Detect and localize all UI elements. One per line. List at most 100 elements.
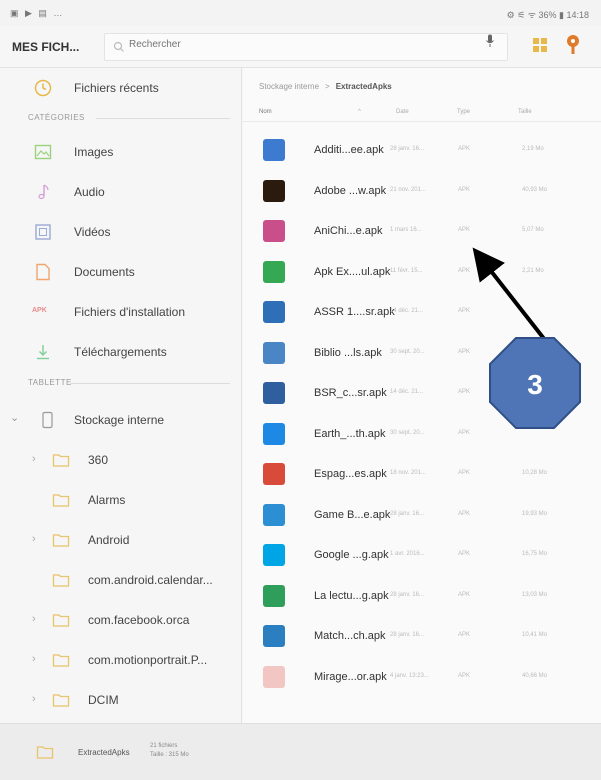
apk-app-icon — [263, 584, 285, 607]
sidebar-item-label: Stockage interne — [74, 413, 165, 427]
chevron-right-icon[interactable]: › — [32, 653, 50, 671]
search-box[interactable] — [104, 33, 508, 61]
column-date[interactable]: Date — [396, 109, 409, 115]
folder-label: 360 — [88, 453, 109, 467]
file-name: BSR_c...sr.apk — [314, 387, 387, 399]
apk-app-icon — [263, 341, 285, 364]
file-size: 13,03 Mo — [522, 591, 548, 598]
folder-info: 21 fichiers Taille : 315 Mo — [150, 742, 210, 760]
file-name: AniChi...e.apk — [314, 225, 383, 237]
selected-folder-bar: ExtractedApks 21 fichiers Taille : 315 M… — [0, 723, 601, 780]
folder-item[interactable]: › 360 — [0, 440, 241, 480]
sidebar-item-audio[interactable]: Audio — [0, 172, 241, 212]
phone-icon — [42, 411, 53, 429]
breadcrumb-root[interactable]: Stockage interne — [259, 82, 319, 91]
notification-pin-icon[interactable] — [565, 34, 581, 56]
file-type: APK — [458, 308, 471, 314]
sidebar-item-internal-storage[interactable]: ⌄ Stockage interne — [0, 400, 241, 440]
apk-app-icon — [263, 139, 285, 161]
file-row[interactable]: Mirage...or.apk 4 janv. 13:23... APK 40,66 … — [243, 658, 601, 698]
file-row[interactable]: Additi...ee.apk 28 janv. 16... APK 2,19 Mo — [243, 131, 601, 171]
file-date: 30 sept. 20... — [390, 429, 425, 436]
file-row[interactable]: La lectu...g.apk 28 janv. 16... APK 13,03 M… — [243, 577, 601, 617]
file-type: APK — [458, 389, 471, 395]
apk-app-icon — [263, 220, 285, 242]
apk-app-icon — [263, 301, 285, 323]
file-date: 14 déc. 21... — [390, 308, 424, 314]
folder-item[interactable]: Alarms — [0, 480, 241, 520]
file-name: Adobe ...w.apk — [314, 184, 387, 197]
folder-label: Android — [88, 533, 130, 547]
chevron-right-icon[interactable]: › — [32, 453, 50, 471]
file-date: 1 avr. 2016... — [390, 551, 425, 557]
microphone-icon[interactable] — [485, 34, 495, 48]
sidebar-item-images[interactable]: Images — [0, 132, 241, 172]
apk-app-icon — [263, 422, 285, 445]
music-note-icon — [38, 184, 49, 200]
status-icons-left: ▣ ▶ ▤ … — [10, 8, 65, 18]
folder-item[interactable]: › com.facebook.orca — [0, 600, 241, 640]
file-date: 30 sept. 20... — [390, 348, 425, 355]
column-type[interactable]: Type — [457, 109, 470, 115]
file-row[interactable]: Apk Ex....ul.apk 11 févr. 15... APK 2,21 Mo — [243, 253, 601, 293]
file-type: APK — [458, 429, 471, 436]
apk-icon: APK — [32, 307, 47, 314]
file-name: Apk Ex....ul.apk — [314, 265, 391, 278]
column-name[interactable]: Nom — [259, 109, 272, 115]
file-date: 4 janv. 13:23... — [390, 672, 429, 679]
file-date: 11 févr. 15... — [390, 267, 423, 274]
file-row[interactable]: Game B...e.apk 28 janv. 16... APK 19,93 Mo — [243, 496, 601, 536]
folder-icon — [52, 454, 70, 467]
file-type: APK — [458, 551, 471, 557]
sort-arrow-icon[interactable]: ^ — [358, 109, 361, 115]
sidebar-item-label: Audio — [74, 185, 105, 199]
file-name: Mirage...or.apk — [314, 670, 387, 683]
sidebar-item-label: Téléchargements — [74, 345, 167, 359]
file-name: Game B...e.apk — [314, 508, 391, 521]
file-name: La lectu...g.apk — [314, 589, 389, 602]
folder-item[interactable]: › DCIM — [0, 680, 241, 720]
sidebar-item-installation[interactable]: APK Fichiers d'installation — [0, 292, 241, 332]
file-row[interactable]: Google ...g.apk 1 avr. 2016... APK 16,75 Mo — [243, 536, 601, 576]
apk-app-icon — [263, 503, 285, 526]
folder-size: Taille : 315 Mo — [150, 752, 189, 758]
octagon-shape: 3 — [489, 337, 581, 429]
folder-icon — [52, 534, 70, 547]
status-bar: ▣ ▶ ▤ … ⚙ ⚟ ᯤ 36% ▮ 14:18 — [0, 0, 601, 26]
file-size: 19,93 Mo — [522, 510, 548, 517]
divider — [96, 118, 230, 119]
sidebar-item-documents[interactable]: Documents — [0, 252, 241, 292]
file-type: APK — [458, 267, 471, 274]
file-name: Google ...g.apk — [314, 549, 389, 561]
file-row[interactable]: Adobe ...w.apk 21 nov. 201... APK 40,93 Mo — [243, 172, 601, 212]
folder-label: Alarms — [88, 493, 126, 507]
folder-item[interactable]: › Android — [0, 520, 241, 560]
chevron-right-icon[interactable]: › — [32, 533, 50, 551]
chevron-down-icon[interactable]: ⌄ — [10, 411, 28, 429]
file-row[interactable]: Espag...es.apk 18 nov. 201... APK 10,28 Mo — [243, 455, 601, 495]
file-date: 21 nov. 201... — [390, 186, 426, 193]
sidebar-item-recent[interactable]: Fichiers récents — [0, 68, 241, 108]
file-type: APK — [458, 146, 471, 152]
app-title[interactable]: MES FICH... — [12, 40, 79, 54]
column-size[interactable]: Taille — [518, 109, 532, 115]
chevron-right-icon[interactable]: › — [32, 693, 50, 711]
file-name: Earth_...th.apk — [314, 427, 386, 440]
breadcrumb-separator: > — [325, 82, 330, 91]
file-name: Espag...es.apk — [314, 468, 387, 480]
file-row[interactable]: AniChi...e.apk 1 mars 16... APK 5,07 Mo — [243, 212, 601, 252]
folder-item[interactable]: › com.motionportrait.P... — [0, 640, 241, 680]
sidebar: Fichiers récents CATÉGORIES Images Audio… — [0, 68, 242, 723]
file-row[interactable]: Match...ch.apk 28 janv. 16... APK 10,41 Mo — [243, 617, 601, 657]
folder-item[interactable]: com.android.calendar... — [0, 560, 241, 600]
search-icon — [113, 41, 124, 52]
sidebar-item-videos[interactable]: Vidéos — [0, 212, 241, 252]
folder-label: com.android.calendar... — [88, 573, 213, 587]
chevron-right-icon[interactable]: › — [32, 613, 50, 631]
file-row[interactable]: ASSR 1....sr.apk 14 déc. 21... APK — [243, 293, 601, 333]
sidebar-item-downloads[interactable]: Téléchargements — [0, 332, 241, 372]
grid-view-icon[interactable] — [533, 38, 547, 52]
annotation-badge: 3 — [488, 336, 582, 430]
search-input[interactable] — [129, 39, 429, 50]
file-type: APK — [458, 227, 471, 233]
